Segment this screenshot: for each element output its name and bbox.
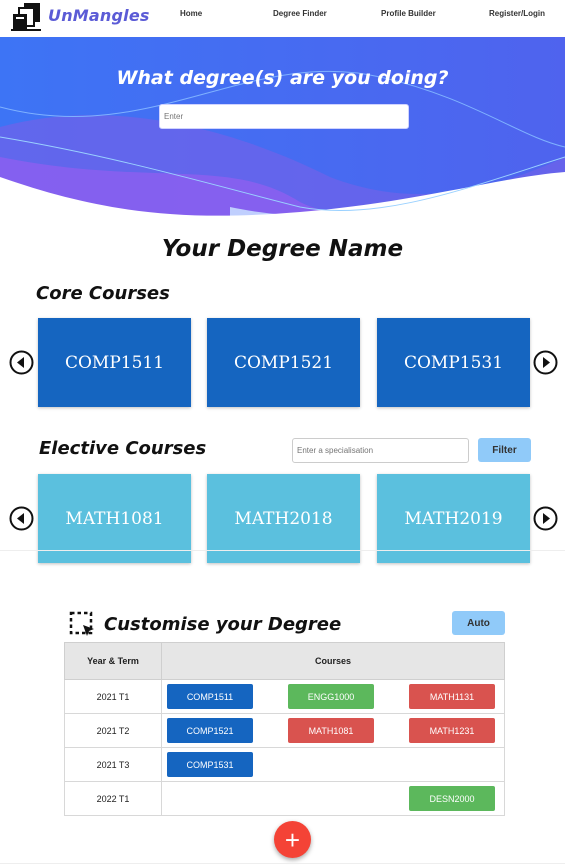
core-prev-arrow-icon[interactable] [9, 350, 34, 375]
degree-plan-table: Year & Term Courses 2021 T1 COMP1511 ENGG1… [64, 642, 505, 816]
elective-next-arrow-icon[interactable] [533, 506, 558, 531]
brand-name[interactable]: UnMangles [48, 6, 150, 25]
filter-button[interactable]: Filter [478, 438, 531, 462]
term-cell: 2021 T1 [64, 679, 162, 714]
table-row: 2021 T3 COMP1531 [64, 747, 505, 782]
course-chip[interactable]: COMP1511 [167, 684, 253, 709]
course-chip[interactable]: MATH1131 [409, 684, 495, 709]
courses-cell: COMP1511 ENGG1000 MATH1131 [161, 679, 505, 714]
navbar: UnMangles Home Degree Finder Profile Bui… [0, 0, 565, 37]
courses-header: Courses [161, 642, 505, 680]
elective-prev-arrow-icon[interactable] [9, 506, 34, 531]
add-button[interactable]: + [274, 821, 311, 858]
auto-button[interactable]: Auto [452, 611, 505, 635]
core-next-arrow-icon[interactable] [533, 350, 558, 375]
term-cell: 2022 T1 [64, 781, 162, 816]
hero-banner: What degree(s) are you doing? [0, 37, 565, 227]
courses-cell: COMP1531 [161, 747, 505, 782]
core-course-card[interactable]: COMP1511 [38, 318, 191, 407]
nav-home-link[interactable]: Home [180, 9, 202, 18]
courses-cell: DESN2000 [161, 781, 505, 816]
customise-degree-heading: Customise your Degree [104, 614, 342, 635]
course-chip[interactable]: MATH1081 [288, 718, 374, 743]
table-header-row: Year & Term Courses [64, 642, 505, 680]
hero-wave-background [0, 37, 565, 227]
plus-icon: + [284, 824, 301, 855]
course-chip[interactable]: DESN2000 [409, 786, 495, 811]
course-chip[interactable]: COMP1521 [167, 718, 253, 743]
elective-courses-heading: Elective Courses [39, 438, 207, 459]
nav-profile-builder-link[interactable]: Profile Builder [381, 9, 436, 18]
courses-cell: COMP1521 MATH1081 MATH1231 [161, 713, 505, 748]
course-chip[interactable]: MATH1231 [409, 718, 495, 743]
nav-degree-finder-link[interactable]: Degree Finder [273, 9, 327, 18]
bottom-divider [0, 863, 565, 864]
section-divider [0, 550, 565, 551]
select-area-icon [69, 611, 94, 636]
nav-register-login-link[interactable]: Register/Login [489, 9, 545, 18]
core-course-card[interactable]: COMP1531 [377, 318, 530, 407]
course-chip[interactable]: COMP1531 [167, 752, 253, 777]
hero-title: What degree(s) are you doing? [116, 67, 449, 89]
term-cell: 2021 T3 [64, 747, 162, 782]
degree-search-input[interactable] [159, 104, 409, 129]
term-cell: 2021 T2 [64, 713, 162, 748]
books-logo-icon[interactable] [11, 2, 43, 32]
specialisation-input[interactable] [292, 438, 469, 463]
core-courses-heading: Core Courses [36, 283, 170, 304]
core-course-card[interactable]: COMP1521 [207, 318, 360, 407]
table-row: 2021 T1 COMP1511 ENGG1000 MATH1131 [64, 679, 505, 714]
course-chip[interactable]: ENGG1000 [288, 684, 374, 709]
degree-name-heading: Your Degree Name [161, 236, 404, 262]
table-row: 2022 T1 DESN2000 [64, 781, 505, 816]
table-row: 2021 T2 COMP1521 MATH1081 MATH1231 [64, 713, 505, 748]
year-term-header: Year & Term [64, 642, 162, 680]
